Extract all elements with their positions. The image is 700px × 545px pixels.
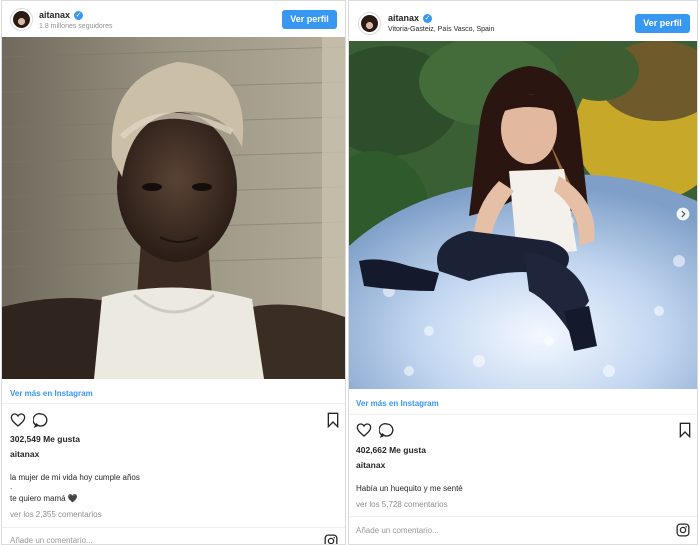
verified-badge-icon: ✓ — [423, 13, 433, 23]
verified-badge-icon: ✓ — [74, 10, 84, 20]
caption-dot: . — [10, 482, 13, 491]
post-photo-image — [349, 41, 697, 389]
ver-mas-en-instagram-link[interactable]: Ver más en Instagram — [10, 389, 93, 398]
post-header: aitanax ✓ Vitoria-Gasteiz, País Vasco, S… — [349, 1, 697, 41]
post-header: aitanax ✓ 1.8 millones seguidores Ver pe… — [2, 1, 345, 37]
post-photo[interactable] — [2, 37, 345, 379]
caption-line-1: la mujer de mi vida hoy cumple años — [10, 473, 140, 482]
ver-perfil-button[interactable]: Ver perfil — [635, 14, 690, 33]
like-count[interactable]: 402,662 Me gusta — [356, 445, 426, 455]
instagram-embed-card-2: aitanax ✓ Vitoria-Gasteiz, País Vasco, S… — [348, 0, 698, 545]
divider — [349, 414, 697, 415]
chevron-right-icon[interactable] — [676, 207, 690, 221]
heart-icon[interactable] — [10, 412, 26, 428]
location-link[interactable]: Vitoria-Gasteiz, País Vasco, Spain — [388, 26, 494, 33]
view-all-comments-link[interactable]: ver los 5,728 comentarios — [356, 500, 448, 509]
username-row: aitanax ✓ — [39, 10, 84, 20]
divider — [349, 516, 697, 517]
avatar[interactable] — [358, 12, 381, 35]
username-link[interactable]: aitanax — [39, 10, 70, 20]
username-row: aitanax ✓ — [388, 13, 433, 23]
bookmark-icon[interactable] — [677, 422, 693, 438]
comment-icon[interactable] — [33, 412, 49, 428]
caption-line-2: te quiero mamá — [10, 494, 66, 503]
comment-icon[interactable] — [379, 422, 395, 438]
like-count[interactable]: 302,549 Me gusta — [10, 434, 80, 444]
ver-mas-en-instagram-link[interactable]: Ver más en Instagram — [356, 399, 439, 408]
caption-line-2-row: te quiero mamá 🖤 — [10, 494, 78, 503]
follower-count: 1.8 millones seguidores — [39, 23, 113, 30]
instagram-embed-card-1: aitanax ✓ 1.8 millones seguidores Ver pe… — [1, 0, 346, 545]
caption-username[interactable]: aitanax — [10, 449, 39, 459]
caption-username[interactable]: aitanax — [356, 460, 385, 470]
add-comment-input[interactable]: Añade un comentario... — [10, 536, 93, 544]
divider — [2, 403, 345, 404]
heart-icon[interactable] — [356, 422, 372, 438]
ver-perfil-button[interactable]: Ver perfil — [282, 10, 337, 29]
instagram-icon[interactable] — [324, 534, 338, 545]
instagram-icon[interactable] — [676, 523, 690, 537]
bookmark-icon[interactable] — [325, 412, 341, 428]
divider — [2, 527, 345, 528]
view-all-comments-link[interactable]: ver los 2,355 comentarios — [10, 510, 102, 519]
username-link[interactable]: aitanax — [388, 13, 419, 23]
caption-line-1: Había un huequito y me senté — [356, 484, 463, 493]
avatar[interactable] — [10, 8, 33, 31]
post-photo[interactable] — [349, 41, 697, 389]
add-comment-input[interactable]: Añade un comentario... — [356, 526, 439, 535]
post-photo-image — [2, 37, 345, 379]
black-heart-emoji: 🖤 — [67, 494, 78, 503]
